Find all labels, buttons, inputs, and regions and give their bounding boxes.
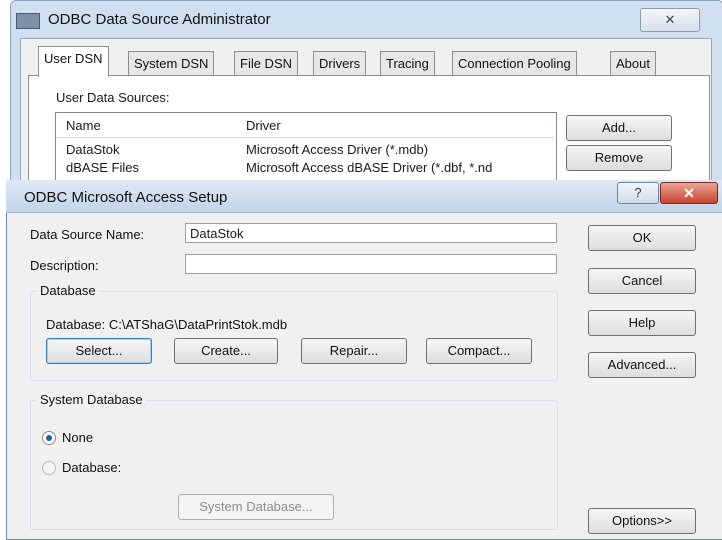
admin-close-button[interactable]: ✕: [640, 8, 700, 32]
tab-user-dsn[interactable]: User DSN: [38, 46, 109, 77]
help-title-button[interactable]: ?: [617, 182, 659, 204]
radio-selected-dot: [46, 435, 52, 441]
dialog-title: ODBC Microsoft Access Setup: [24, 189, 228, 206]
database-radio-label[interactable]: Database:: [62, 460, 121, 475]
repair-button[interactable]: Repair...: [301, 338, 407, 364]
database-path-text: Database: C:\ATShaG\DataPrintStok.mdb: [46, 317, 288, 332]
add-button[interactable]: Add...: [566, 115, 672, 141]
advanced-button[interactable]: Advanced...: [588, 352, 696, 378]
tab-file-dsn[interactable]: File DSN: [234, 51, 299, 76]
column-header-name[interactable]: Name: [66, 118, 101, 133]
list-item-driver[interactable]: Microsoft Access dBASE Driver (*.dbf, *.…: [246, 160, 552, 175]
select-button[interactable]: Select...: [46, 338, 152, 364]
column-header-driver[interactable]: Driver: [246, 118, 281, 133]
cancel-button[interactable]: Cancel: [588, 268, 696, 294]
list-item-driver[interactable]: Microsoft Access Driver (*.mdb): [246, 142, 428, 157]
ok-button[interactable]: OK: [588, 225, 696, 251]
system-database-button[interactable]: System Database...: [178, 494, 334, 520]
database-group: [30, 291, 558, 381]
close-button[interactable]: ✕: [660, 182, 718, 204]
remove-button[interactable]: Remove: [566, 145, 672, 171]
compact-button[interactable]: Compact...: [426, 338, 532, 364]
user-data-sources-label: User Data Sources:: [56, 90, 170, 105]
data-source-name-label: Data Source Name:: [30, 227, 145, 242]
admin-window-title: ODBC Data Source Administrator: [48, 11, 271, 28]
tab-about[interactable]: About: [610, 51, 656, 76]
description-field[interactable]: [185, 254, 557, 274]
system-database-group-label: System Database: [37, 392, 146, 407]
tab-system-dsn[interactable]: System DSN: [128, 51, 215, 76]
create-button[interactable]: Create...: [174, 338, 278, 364]
tab-connection-pooling[interactable]: Connection Pooling: [452, 51, 577, 76]
list-item-name[interactable]: DataStok: [66, 142, 119, 157]
list-header-divider: [56, 137, 554, 138]
help-button[interactable]: Help: [588, 310, 696, 336]
options-button[interactable]: Options>>: [588, 508, 696, 534]
odbc-app-icon: [16, 13, 40, 29]
database-group-label: Database: [37, 283, 99, 298]
data-source-name-field[interactable]: DataStok: [185, 223, 557, 243]
description-label: Description:: [30, 258, 99, 273]
tab-tracing[interactable]: Tracing: [380, 51, 435, 76]
tab-drivers[interactable]: Drivers: [313, 51, 367, 76]
database-radio[interactable]: [42, 461, 56, 475]
none-radio[interactable]: [42, 431, 56, 445]
list-item-name[interactable]: dBASE Files: [66, 160, 139, 175]
none-radio-label[interactable]: None: [62, 430, 93, 445]
